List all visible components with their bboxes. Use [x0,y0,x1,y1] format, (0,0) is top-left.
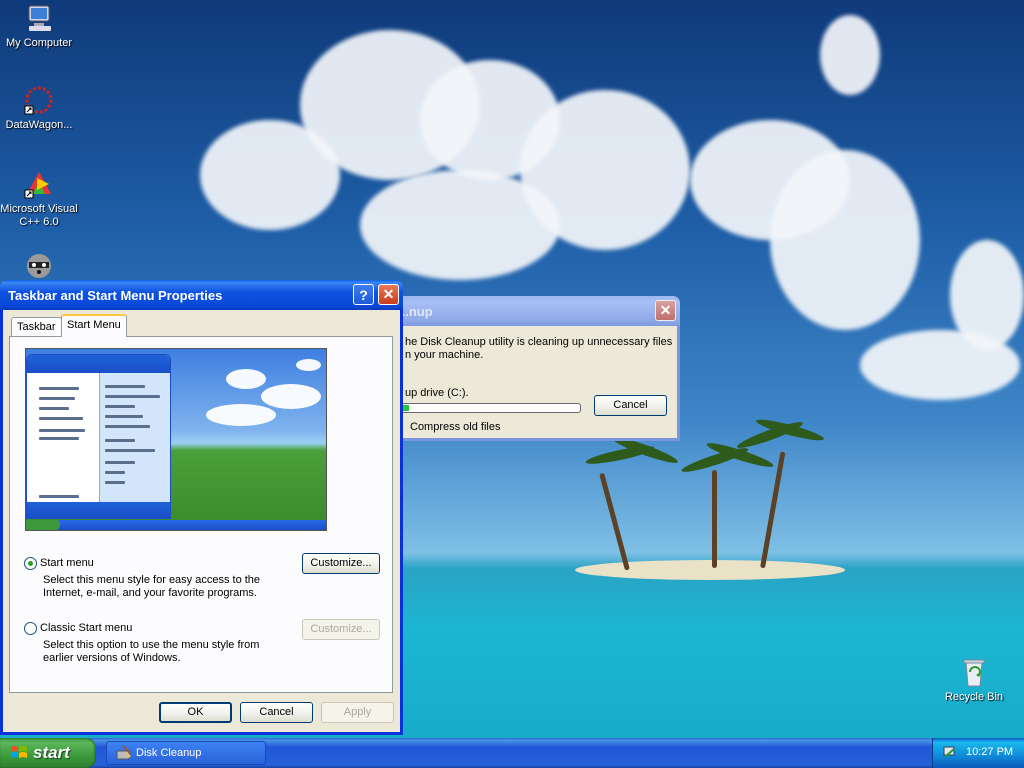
cleanup-drive-label: up drive (C:). [405,387,469,399]
datawagon-icon [23,84,55,116]
taskbar-properties-titlebar[interactable]: Taskbar and Start Menu Properties ? ✕ [0,280,403,310]
desktop-icon-label: Recycle Bin [944,691,1004,703]
tab-label: Start Menu [67,319,121,331]
disk-cleanup-titlebar[interactable]: ...nup ✕ [380,296,680,326]
taskbar: start Disk Cleanup 10:27 PM [0,738,1024,768]
ok-button[interactable]: OK [159,702,232,723]
cleanup-message-line2: n your machine. [405,349,484,361]
tab-taskbar[interactable]: Taskbar [11,317,62,337]
classic-menu-description-line1: Select this option to use the menu style… [43,639,260,651]
raccoon-icon [23,248,55,280]
classic-start-menu-option-label[interactable]: Classic Start menu [40,622,132,634]
start-menu-option-label[interactable]: Start menu [40,557,94,569]
my-computer-icon [23,2,55,34]
classic-start-menu-radio[interactable] [24,622,37,635]
desktop-icon-label: My Computer [5,37,73,49]
cleanup-cancel-button[interactable]: Cancel [594,395,667,416]
classic-menu-customize-button[interactable]: Customize... [302,619,380,640]
help-icon: ? [359,286,368,303]
close-button[interactable]: ✕ [655,300,676,321]
desktop-icon-label: DataWagon... [5,119,73,131]
window-title: Taskbar and Start Menu Properties [8,287,223,303]
taskbar-item-label: Disk Cleanup [136,747,202,759]
start-menu-customize-button[interactable]: Customize... [302,553,380,574]
start-button[interactable]: start [0,738,96,768]
close-button[interactable]: ✕ [378,284,399,305]
start-menu-description-line1: Select this menu style for easy access t… [43,574,261,586]
classic-menu-description-line2: earlier versions of Windows. [43,652,181,664]
cleanup-message-line1: he Disk Cleanup utility is cleaning up u… [405,336,673,348]
close-icon: ✕ [382,286,395,302]
help-button[interactable]: ? [353,284,374,305]
desktop-icon-datawagon[interactable]: DataWagon... [0,84,78,132]
tab-start-menu[interactable]: Start Menu [61,314,127,337]
taskbar-item-disk-cleanup[interactable]: Disk Cleanup [106,741,266,765]
close-icon: ✕ [659,302,672,318]
windows-flag-icon [11,746,27,758]
clock[interactable]: 10:27 PM [966,746,1013,758]
desktop-icon-label: Microsoft Visual C++ 6.0 [0,203,78,228]
desktop-icon-my-computer[interactable]: My Computer [0,2,78,50]
cleanup-progress-fill [403,405,411,411]
network-tray-icon[interactable] [942,745,958,761]
start-menu-preview-image [25,348,327,531]
recycle-bin-icon [958,656,990,688]
cancel-button[interactable]: Cancel [240,702,313,723]
system-tray: 10:27 PM [932,738,1024,768]
desktop-icon-raccoon[interactable] [0,248,78,283]
desktop-icon-recycle-bin[interactable]: Recycle Bin [935,656,1013,704]
visual-cpp-icon [23,168,55,200]
disk-cleanup-dialog: ...nup ✕ he Disk Cleanup utility is clea… [380,296,680,441]
cleanup-progress-bar [401,403,581,413]
start-label: start [33,743,70,762]
desktop-icon-visual-cpp[interactable]: Microsoft Visual C++ 6.0 [0,168,78,229]
disk-cleanup-icon [116,745,131,760]
start-menu-radio[interactable] [24,557,37,570]
cleanup-status-text: Compress old files [410,421,501,433]
apply-button[interactable]: Apply [321,702,394,723]
start-menu-description-line2: Internet, e-mail, and your favorite prog… [43,587,257,599]
tab-label: Taskbar [17,321,56,333]
